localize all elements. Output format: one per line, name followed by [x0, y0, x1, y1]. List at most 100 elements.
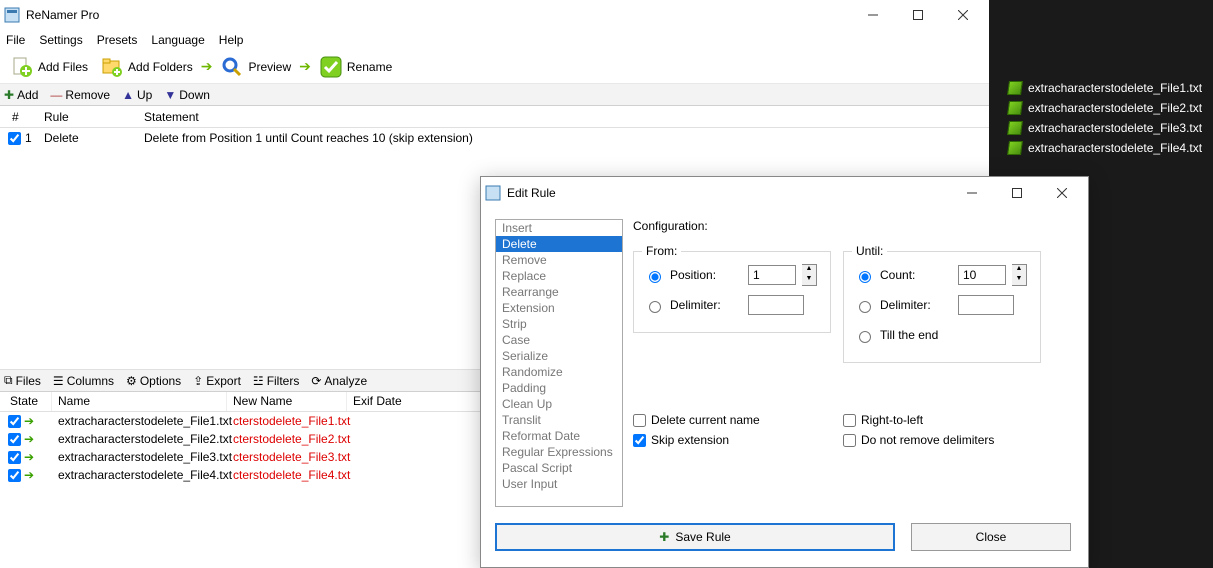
until-count-spinner[interactable]: ▲▼	[1012, 264, 1027, 286]
files-col-name[interactable]: Name	[52, 392, 227, 411]
desktop-file[interactable]: extracharacterstodelete_File1.txt	[1008, 78, 1213, 98]
rule-type-delete[interactable]: Delete	[496, 236, 622, 252]
file-checkbox[interactable]	[8, 451, 21, 464]
rule-type-list[interactable]: InsertDeleteRemoveReplaceRearrangeExtens…	[495, 219, 623, 507]
file-status-icon: ➔	[24, 468, 34, 482]
arrow-icon: ➔	[299, 58, 311, 75]
files-tab-columns[interactable]: ☰Columns	[53, 374, 114, 388]
from-delimiter-input[interactable]	[748, 295, 804, 315]
file-status-icon: ➔	[24, 414, 34, 428]
skip-extension-checkbox[interactable]	[633, 434, 646, 447]
rule-type-extension[interactable]: Extension	[496, 300, 622, 316]
no-remove-delim-checkbox[interactable]	[843, 434, 856, 447]
rule-type-remove[interactable]: Remove	[496, 252, 622, 268]
close-dialog-button[interactable]: Close	[911, 523, 1071, 551]
rule-type-rearrange[interactable]: Rearrange	[496, 284, 622, 300]
rule-type-user-input[interactable]: User Input	[496, 476, 622, 492]
until-count-radio[interactable]	[859, 271, 871, 283]
add-folders-button[interactable]: Add Folders	[96, 53, 197, 81]
preview-icon	[220, 55, 244, 79]
dialog-title: Edit Rule	[507, 186, 949, 200]
until-tillend-radio[interactable]	[859, 331, 871, 343]
menu-presets[interactable]: Presets	[97, 33, 138, 47]
rule-type-strip[interactable]: Strip	[496, 316, 622, 332]
file-status-icon: ➔	[24, 450, 34, 464]
until-group: Until: Count: ▲▼ Delimiter: Till the end	[843, 251, 1041, 363]
delete-current-checkbox[interactable]	[633, 414, 646, 427]
files-tab-files[interactable]: ⧉Files	[4, 373, 41, 388]
until-delimiter-input[interactable]	[958, 295, 1014, 315]
until-count-label: Count:	[880, 268, 952, 282]
rule-type-regular-expressions[interactable]: Regular Expressions	[496, 444, 622, 460]
until-label: Until:	[852, 244, 887, 258]
file-newname: cterstodelete_File1.txt	[227, 414, 347, 428]
add-folders-icon	[100, 55, 124, 79]
desktop-file[interactable]: extracharacterstodelete_File4.txt	[1008, 138, 1213, 158]
rules-add-button[interactable]: ✚Add	[4, 88, 38, 102]
add-files-icon	[10, 55, 34, 79]
dialog-close-button[interactable]	[1039, 179, 1084, 207]
minimize-button[interactable]	[850, 1, 895, 29]
until-delimiter-radio[interactable]	[859, 301, 871, 313]
files-col-newname[interactable]: New Name	[227, 392, 347, 411]
files-tab-filters[interactable]: ☳Filters	[253, 374, 299, 388]
rules-remove-button[interactable]: ―Remove	[50, 88, 110, 102]
maximize-button[interactable]	[895, 1, 940, 29]
from-position-spinner[interactable]: ▲▼	[802, 264, 817, 286]
rules-header: # Rule Statement	[0, 106, 989, 128]
txt-file-icon	[1007, 141, 1023, 155]
menu-language[interactable]: Language	[151, 33, 204, 47]
rules-col-statement[interactable]: Statement	[144, 110, 985, 124]
from-position-radio[interactable]	[649, 271, 661, 283]
desktop-file[interactable]: extracharacterstodelete_File2.txt	[1008, 98, 1213, 118]
add-files-button[interactable]: Add Files	[6, 53, 92, 81]
files-tab-export[interactable]: ⇪Export	[193, 374, 241, 388]
rule-type-clean-up[interactable]: Clean Up	[496, 396, 622, 412]
from-position-input[interactable]	[748, 265, 796, 285]
desktop-file-name: extracharacterstodelete_File3.txt	[1028, 121, 1202, 135]
rtl-label: Right-to-left	[861, 413, 923, 427]
close-button[interactable]	[940, 1, 985, 29]
from-delimiter-radio[interactable]	[649, 301, 661, 313]
rules-down-button[interactable]: ▼Down	[164, 88, 210, 102]
rule-row[interactable]: 1 Delete Delete from Position 1 until Co…	[0, 128, 989, 148]
files-tab-options[interactable]: ⚙Options	[126, 374, 181, 388]
dialog-minimize-button[interactable]	[949, 179, 994, 207]
menu-settings[interactable]: Settings	[39, 33, 82, 47]
rename-button[interactable]: Rename	[315, 53, 396, 81]
until-tillend-label: Till the end	[880, 328, 938, 342]
rule-type-serialize[interactable]: Serialize	[496, 348, 622, 364]
rule-type-randomize[interactable]: Randomize	[496, 364, 622, 380]
dialog-footer: ✚Save Rule Close	[481, 517, 1088, 567]
rules-col-num[interactable]: #	[4, 110, 44, 124]
file-checkbox[interactable]	[8, 415, 21, 428]
menu-file[interactable]: File	[6, 33, 25, 47]
rule-type-insert[interactable]: Insert	[496, 220, 622, 236]
until-delimiter-label: Delimiter:	[880, 298, 952, 312]
until-count-input[interactable]	[958, 265, 1006, 285]
save-rule-button[interactable]: ✚Save Rule	[495, 523, 895, 551]
rule-checkbox[interactable]	[8, 132, 21, 145]
file-checkbox[interactable]	[8, 469, 21, 482]
edit-rule-dialog: Edit Rule InsertDeleteRemoveReplaceRearr…	[480, 176, 1089, 568]
menu-help[interactable]: Help	[219, 33, 244, 47]
rules-up-button[interactable]: ▲Up	[122, 88, 152, 102]
files-tab-analyze[interactable]: ⟳Analyze	[311, 374, 367, 388]
add-files-label: Add Files	[38, 60, 88, 74]
toolbar: Add Files Add Folders ➔ Preview ➔ Rename	[0, 50, 989, 84]
rule-type-replace[interactable]: Replace	[496, 268, 622, 284]
dialog-maximize-button[interactable]	[994, 179, 1039, 207]
from-delimiter-label: Delimiter:	[670, 298, 742, 312]
rule-type-case[interactable]: Case	[496, 332, 622, 348]
rule-type-pascal-script[interactable]: Pascal Script	[496, 460, 622, 476]
file-status-icon: ➔	[24, 432, 34, 446]
preview-button[interactable]: Preview	[216, 53, 295, 81]
files-col-state[interactable]: State	[4, 392, 52, 411]
desktop-file[interactable]: extracharacterstodelete_File3.txt	[1008, 118, 1213, 138]
rule-type-padding[interactable]: Padding	[496, 380, 622, 396]
rules-col-rule[interactable]: Rule	[44, 110, 144, 124]
rule-type-reformat-date[interactable]: Reformat Date	[496, 428, 622, 444]
rule-type-translit[interactable]: Translit	[496, 412, 622, 428]
file-checkbox[interactable]	[8, 433, 21, 446]
rtl-checkbox[interactable]	[843, 414, 856, 427]
